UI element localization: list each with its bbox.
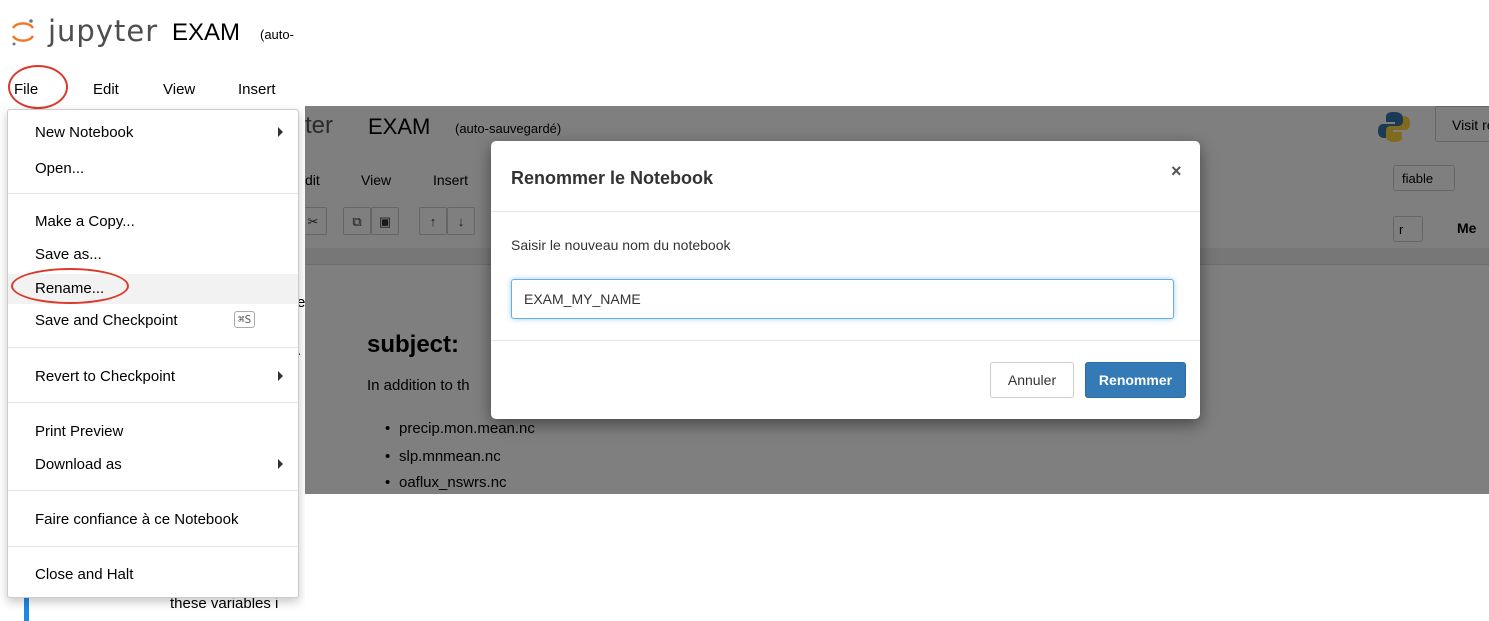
notebook-title[interactable]: EXAM xyxy=(172,19,240,47)
menu-item-close-halt[interactable]: Close and Halt xyxy=(8,563,298,587)
menu-divider xyxy=(8,402,298,403)
left-notebook-panel: jupyter EXAM (auto- File Edit View Inser… xyxy=(0,0,305,621)
rename-dialog-panel: ter EXAM (auto-sauvegardé) Visit re dit … xyxy=(305,106,1489,494)
rename-button[interactable]: Renommer xyxy=(1085,362,1186,398)
menu-item-label: Save as... xyxy=(35,246,102,263)
menu-item-label: Revert to Checkpoint xyxy=(35,368,176,385)
menu-divider xyxy=(8,490,298,491)
autosave-status: (auto- xyxy=(260,27,294,42)
menu-item-trust-notebook[interactable]: Faire confiance à ce Notebook xyxy=(8,508,298,532)
submenu-arrow-icon xyxy=(278,459,283,469)
menu-item-label: New Notebook xyxy=(35,124,134,141)
cancel-button[interactable]: Annuler xyxy=(990,362,1074,398)
file-menu-highlight-circle xyxy=(8,65,68,109)
cell-selection-bar xyxy=(24,596,29,621)
menu-view[interactable]: View xyxy=(163,81,195,98)
menu-item-print-preview[interactable]: Print Preview xyxy=(8,420,298,444)
brand-name: jupyter xyxy=(48,14,159,48)
menu-item-label: Save and Checkpoint xyxy=(35,312,178,329)
menu-item-save-checkpoint[interactable]: Save and Checkpoint ⌘S xyxy=(8,309,298,333)
menu-item-new-notebook[interactable]: New Notebook xyxy=(8,121,298,145)
file-dropdown-menu: New Notebook Open... Make a Copy... Save… xyxy=(7,109,299,598)
dialog-divider xyxy=(491,340,1200,341)
menu-item-label: Close and Halt xyxy=(35,566,134,583)
rename-dialog: Renommer le Notebook × Saisir le nouveau… xyxy=(491,141,1200,419)
keyboard-shortcut: ⌘S xyxy=(234,311,256,328)
menu-edit[interactable]: Edit xyxy=(93,81,119,98)
menu-item-revert[interactable]: Revert to Checkpoint xyxy=(8,365,298,389)
menu-divider xyxy=(8,546,298,547)
rename-highlight-circle xyxy=(11,268,129,304)
menu-item-label: Print Preview xyxy=(35,423,124,440)
menu-item-save-as[interactable]: Save as... xyxy=(8,243,298,267)
menu-item-label: Open... xyxy=(35,160,85,177)
menu-item-label: Download as xyxy=(35,456,122,473)
jupyter-logo-icon xyxy=(11,19,35,46)
menu-item-label: Make a Copy... xyxy=(35,213,135,230)
notebook-name-input[interactable] xyxy=(511,279,1174,319)
dialog-label: Saisir le nouveau nom du notebook xyxy=(511,237,731,253)
menu-divider xyxy=(8,347,298,348)
menu-item-make-copy[interactable]: Make a Copy... xyxy=(8,210,298,234)
menu-divider xyxy=(8,193,298,194)
dialog-title: Renommer le Notebook xyxy=(511,168,714,188)
submenu-arrow-icon xyxy=(278,127,283,137)
close-icon[interactable]: × xyxy=(1171,161,1182,182)
dialog-divider xyxy=(491,211,1200,212)
notebook-header: jupyter EXAM (auto- xyxy=(0,0,305,70)
menu-item-open[interactable]: Open... xyxy=(8,157,298,181)
menu-insert[interactable]: Insert xyxy=(238,81,276,98)
menu-item-label: Faire confiance à ce Notebook xyxy=(35,511,239,528)
menu-item-download-as[interactable]: Download as xyxy=(8,453,298,477)
submenu-arrow-icon xyxy=(278,371,283,381)
